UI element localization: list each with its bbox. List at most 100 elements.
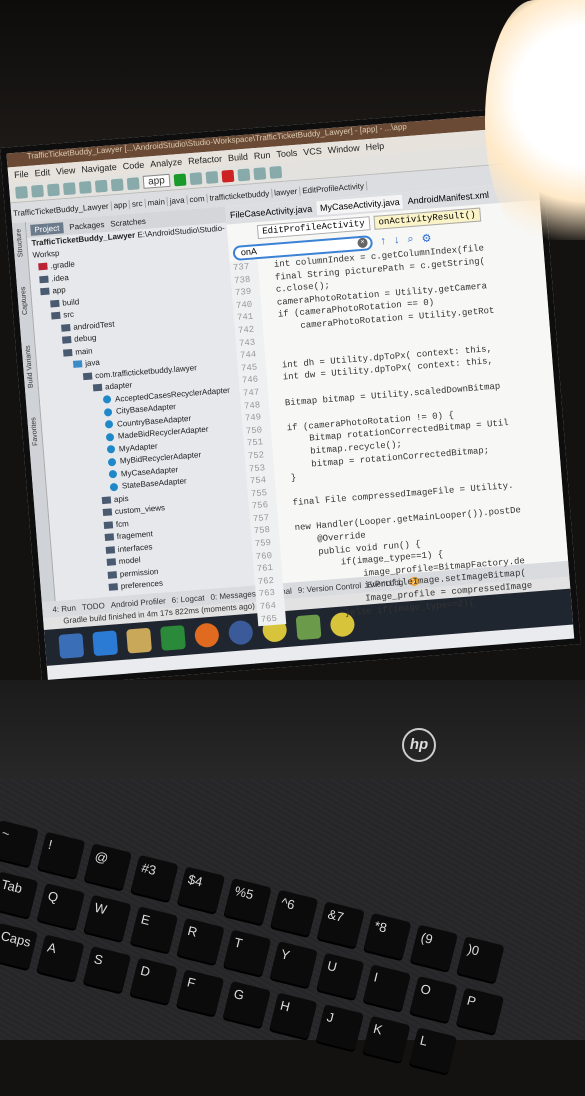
key[interactable]: R (176, 917, 225, 965)
vcs-commit-icon[interactable] (268, 165, 282, 179)
search-value: onA (240, 246, 258, 258)
menu-item-run[interactable]: Run (254, 150, 271, 161)
key[interactable]: %5 (223, 878, 272, 925)
key[interactable]: @ (83, 843, 132, 890)
key[interactable]: L (409, 1027, 458, 1074)
run-config-select[interactable]: app (142, 173, 171, 189)
nav-crumb[interactable]: java (167, 194, 188, 206)
key[interactable]: )0 (456, 936, 505, 983)
menu-item-view[interactable]: View (56, 165, 76, 176)
side-tab-captures[interactable]: Captures (20, 287, 29, 316)
key[interactable]: E (130, 906, 179, 953)
key[interactable]: H (269, 992, 318, 1040)
key[interactable]: U (316, 952, 365, 1000)
side-tab-build-variants[interactable]: Build Variants (25, 345, 35, 388)
app-icon[interactable] (227, 619, 254, 646)
key[interactable]: D (129, 957, 178, 1005)
key[interactable]: W (83, 894, 132, 942)
key[interactable]: K (362, 1015, 411, 1063)
bottom-tab[interactable]: TODO (81, 601, 105, 612)
file-explorer-icon[interactable] (126, 627, 152, 654)
tree-item-label: preferences (120, 578, 164, 591)
key[interactable]: &7 (316, 901, 365, 948)
key[interactable]: Caps (0, 922, 38, 970)
bottom-tab[interactable]: Android Profiler (110, 596, 166, 609)
previous-occurrence-icon[interactable]: ↑ (380, 235, 386, 247)
key[interactable]: $4 (177, 866, 226, 913)
folder-icon (38, 263, 48, 271)
key[interactable]: ^6 (270, 889, 319, 937)
bottom-tab[interactable]: 6: Logcat (171, 593, 205, 605)
folder-icon (40, 287, 50, 296)
menu-item-help[interactable]: Help (365, 141, 384, 152)
key[interactable]: F (176, 969, 225, 1016)
menu-item-edit[interactable]: Edit (34, 167, 50, 178)
key[interactable]: ! (37, 831, 86, 879)
run-icon[interactable] (173, 173, 187, 186)
menu-item-file[interactable]: File (14, 169, 29, 180)
menu-item-navigate[interactable]: Navigate (81, 162, 117, 175)
copy-icon[interactable] (78, 180, 92, 194)
key[interactable]: S (83, 946, 132, 993)
find-icon[interactable] (94, 179, 108, 193)
nav-crumb[interactable]: TrafficTicketBuddy_Lawyer (10, 200, 112, 218)
tab-scratches[interactable]: Scratches (110, 216, 146, 228)
nav-crumb[interactable]: main (145, 196, 169, 208)
key[interactable]: (9 (409, 924, 458, 972)
excel-icon[interactable] (160, 625, 186, 651)
find-all-icon[interactable]: ⌕ (407, 232, 414, 245)
folder-icon (62, 336, 72, 345)
nav-crumb[interactable]: src (129, 198, 146, 209)
firefox-icon[interactable] (193, 622, 220, 649)
windows-start-icon[interactable] (58, 633, 85, 659)
sync-icon[interactable] (31, 184, 44, 198)
settings-icon[interactable]: ⚙ (421, 231, 432, 245)
menu-item-code[interactable]: Code (122, 160, 144, 172)
tab-packages[interactable]: Packages (69, 220, 105, 232)
clear-icon[interactable]: × (357, 237, 368, 249)
hammer-icon[interactable] (126, 176, 140, 190)
key[interactable]: P (456, 987, 505, 1035)
key[interactable]: Tab (0, 871, 39, 918)
debug-icon[interactable] (189, 171, 203, 185)
line-number: 765 (260, 613, 278, 625)
next-occurrence-icon[interactable]: ↓ (393, 234, 399, 246)
menu-item-analyze[interactable]: Analyze (150, 157, 183, 169)
key[interactable]: O (409, 975, 458, 1023)
key[interactable]: I (362, 964, 411, 1011)
tab-project[interactable]: Project (30, 221, 64, 236)
side-tab-favorites[interactable]: Favorites (30, 417, 39, 446)
menu-item-window[interactable]: Window (327, 143, 360, 155)
back-icon[interactable] (110, 177, 124, 191)
nav-crumb[interactable]: lawyer (271, 186, 301, 198)
undo-icon[interactable] (46, 182, 60, 196)
key[interactable]: Y (269, 941, 318, 988)
key[interactable]: G (222, 980, 271, 1028)
save-icon[interactable] (15, 185, 28, 199)
class-icon (108, 470, 118, 479)
menu-item-refactor[interactable]: Refactor (188, 154, 223, 167)
key[interactable]: *8 (363, 912, 412, 960)
key[interactable]: J (315, 1004, 364, 1051)
nav-crumb[interactable]: EditProfileActivity (299, 180, 368, 196)
vcs-update-icon[interactable] (253, 166, 266, 180)
key[interactable]: T (223, 929, 272, 977)
cut-icon[interactable] (62, 181, 76, 195)
key[interactable]: A (36, 934, 85, 981)
avd-manager-icon[interactable] (237, 168, 250, 181)
folder-icon (103, 521, 114, 529)
menu-item-build[interactable]: Build (228, 152, 249, 164)
stop-icon[interactable] (221, 169, 235, 183)
menu-item-tools[interactable]: Tools (276, 148, 298, 160)
bottom-tab[interactable]: 0: Messages (210, 589, 256, 602)
menu-item-vcs[interactable]: VCS (303, 146, 322, 157)
bottom-tab[interactable]: 4: Run (52, 603, 76, 614)
internet-explorer-icon[interactable] (92, 630, 119, 657)
key[interactable]: #3 (130, 854, 179, 902)
key[interactable]: Q (36, 883, 85, 930)
side-tab-structure[interactable]: Structure (15, 228, 24, 257)
nav-crumb[interactable]: com (187, 193, 208, 204)
profile-icon[interactable] (205, 170, 219, 184)
nav-crumb[interactable]: trafficticketbuddy (207, 188, 273, 203)
nav-crumb[interactable]: app (111, 199, 131, 210)
